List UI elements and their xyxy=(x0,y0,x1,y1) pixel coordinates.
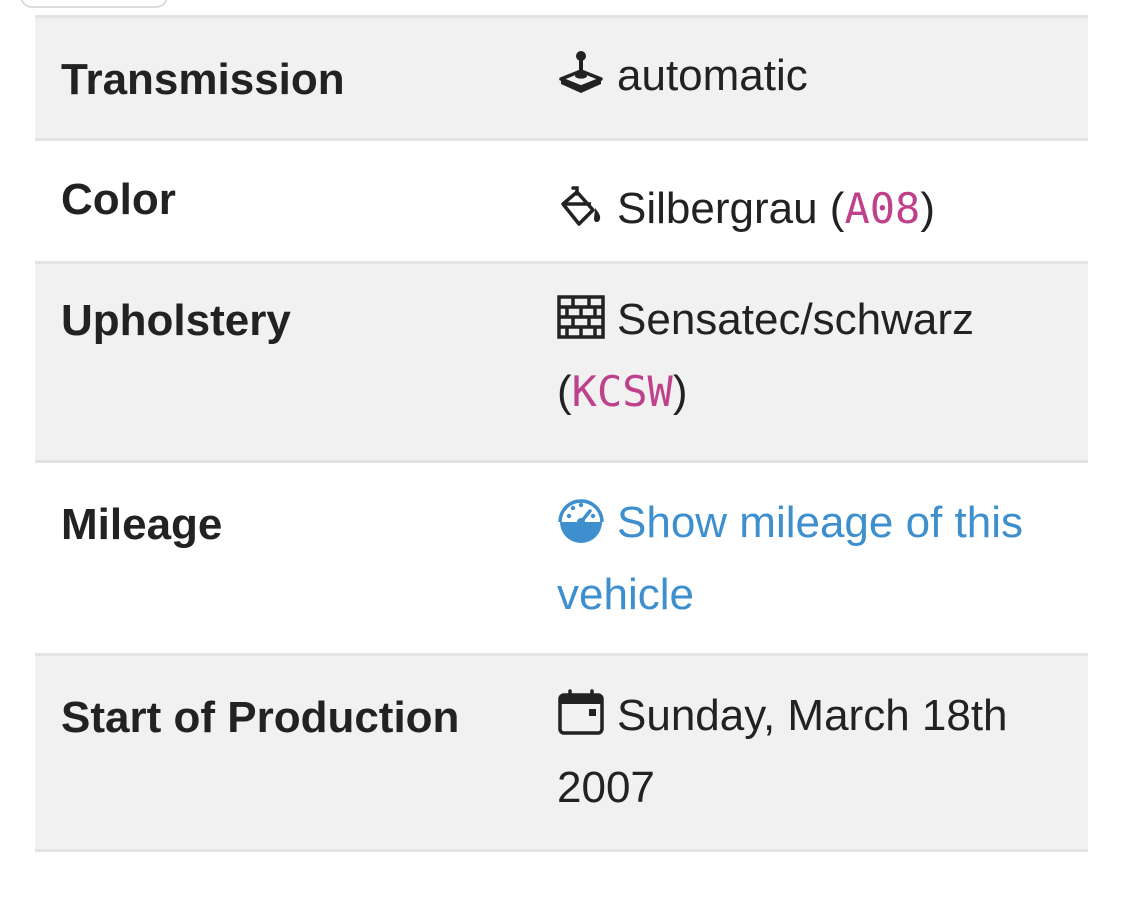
spec-value-production: Sunday, March 18th 2007 xyxy=(557,680,1057,824)
spec-value-upholstery: Sensatec/schwarz (KCSW) xyxy=(557,293,975,416)
transmission-value-text: automatic xyxy=(617,51,808,100)
spec-label-upholstery: Upholstery xyxy=(61,296,291,345)
brick-wall-icon xyxy=(557,293,605,341)
calendar-icon xyxy=(557,689,605,737)
joystick-icon xyxy=(557,49,605,97)
spec-row-transmission: Transmission automatic xyxy=(35,18,1088,141)
vehicle-spec-table: Transmission automatic Color Silbergrau … xyxy=(35,15,1088,852)
spec-row-mileage: Mileage Show mileage of this vehicle xyxy=(35,463,1088,656)
spec-row-upholstery: Upholstery Sensatec/schwarz (KCSW) xyxy=(35,264,1088,463)
mileage-link-text[interactable]: Show mileage of this vehicle xyxy=(557,498,1023,619)
spec-label-mileage: Mileage xyxy=(61,500,223,549)
upholstery-code: KCSW xyxy=(571,367,673,416)
top-tab-edge xyxy=(20,0,168,8)
spec-value-transmission: automatic xyxy=(557,40,1057,112)
spec-value-mileage: Show mileage of this vehicle xyxy=(557,487,1057,631)
upholstery-value-text: Sensatec/schwarz xyxy=(617,295,975,344)
spec-label-production: Start of Production xyxy=(61,693,460,742)
spec-label-color: Color xyxy=(61,175,176,224)
paint-bucket-icon xyxy=(557,182,605,230)
spec-row-color: Color Silbergrau (A08) xyxy=(35,141,1088,264)
color-value-text: Silbergrau xyxy=(617,184,818,233)
show-mileage-link[interactable]: Show mileage of this vehicle xyxy=(557,498,1023,619)
color-code: A08 xyxy=(844,184,921,233)
production-value-text: Sunday, March 18th 2007 xyxy=(557,691,1008,812)
spec-label-transmission: Transmission xyxy=(61,55,345,104)
spec-row-production: Start of Production Sunday, March 18th 2… xyxy=(35,656,1088,852)
speedometer-icon xyxy=(557,496,605,544)
spec-value-color: Silbergrau (A08) xyxy=(557,173,1057,245)
